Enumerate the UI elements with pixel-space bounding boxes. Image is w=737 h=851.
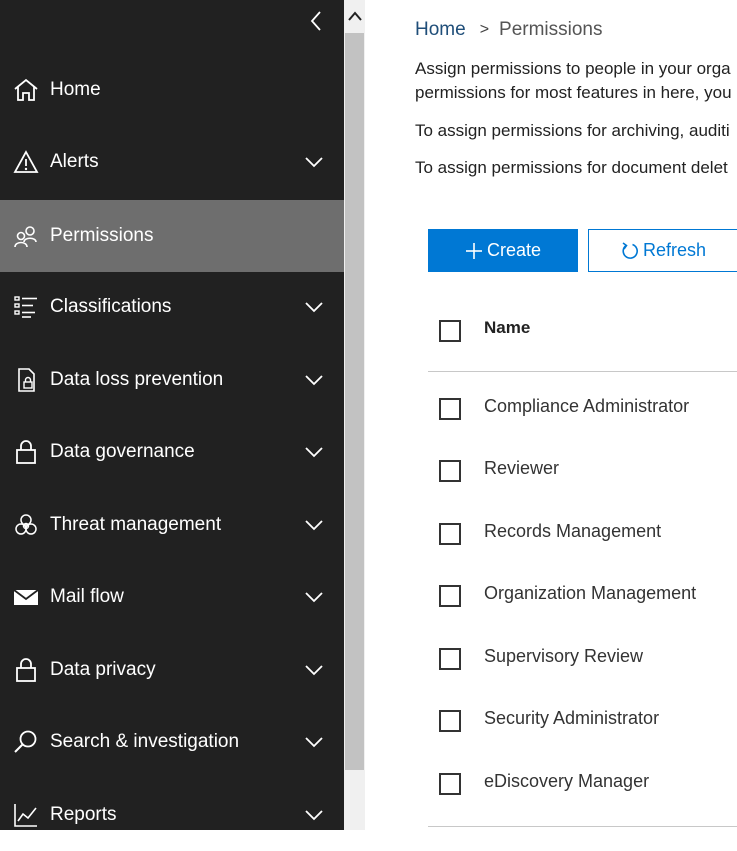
description-line: To assign permissions for document delet xyxy=(415,158,728,177)
sidebar-item-label: Search & investigation xyxy=(50,731,240,752)
description-line: Assign permissions to people in your org… xyxy=(415,59,731,78)
table-row[interactable]: Security Administrator xyxy=(484,708,659,729)
table-bottom-divider xyxy=(428,826,737,827)
sidebar-item-search-investigation[interactable]: Search & investigation xyxy=(0,706,344,778)
main-content: Home > Permissions Assign permissions to… xyxy=(365,0,737,830)
refresh-icon xyxy=(621,241,639,260)
sidebar-item-label: Reports xyxy=(50,804,117,825)
breadcrumb-home-link[interactable]: Home xyxy=(415,19,466,41)
refresh-button-label: Refresh xyxy=(643,240,707,260)
sidebar-item-label: Home xyxy=(50,79,101,100)
sidebar-item-reports[interactable]: Reports xyxy=(0,779,344,851)
sidebar-item-label: Mail flow xyxy=(50,586,124,607)
lock-icon xyxy=(0,634,50,706)
table-header-divider xyxy=(428,371,737,372)
sidebar-item-label: Data loss prevention xyxy=(50,369,224,390)
description-line: To assign permissions for archiving, aud… xyxy=(415,121,730,140)
create-button[interactable]: Create xyxy=(428,229,578,272)
plus-icon xyxy=(465,242,483,260)
chevron-up-icon xyxy=(347,11,362,21)
select-all-checkbox[interactable] xyxy=(439,320,461,342)
chevron-down-icon[interactable] xyxy=(284,779,344,851)
people-icon xyxy=(0,200,50,272)
sidebar-item-alerts[interactable]: Alerts xyxy=(0,126,344,198)
sidebar-item-data-governance[interactable]: Data governance xyxy=(0,416,344,488)
lock-icon xyxy=(0,416,50,488)
document-lock-icon xyxy=(0,344,50,416)
chevron-down-icon[interactable] xyxy=(284,126,344,198)
breadcrumb: Home > Permissions xyxy=(415,19,603,41)
create-button-label: Create xyxy=(486,240,542,260)
table-row[interactable]: Compliance Administrator xyxy=(484,396,689,417)
chevron-left-icon xyxy=(310,11,321,31)
breadcrumb-separator: > xyxy=(479,21,490,38)
row-checkbox[interactable] xyxy=(439,585,461,607)
row-checkbox[interactable] xyxy=(439,710,461,732)
sidebar-item-label: Alerts xyxy=(50,151,99,172)
alert-icon xyxy=(0,126,50,198)
table-row[interactable]: Organization Management xyxy=(484,583,696,604)
sidebar-item-label: Data privacy xyxy=(50,659,156,680)
breadcrumb-current: Permissions xyxy=(499,19,603,40)
sidebar-item-permissions[interactable]: Permissions xyxy=(0,200,344,272)
sidebar-nav: Home Alerts Permissions Classifications … xyxy=(0,0,344,830)
scroll-up-button[interactable] xyxy=(344,0,365,32)
sidebar-item-label: Permissions xyxy=(50,225,154,246)
search-icon xyxy=(0,706,50,778)
table-row[interactable]: Records Management xyxy=(484,521,661,542)
column-header-name[interactable]: Name xyxy=(484,318,530,338)
table-row[interactable]: Reviewer xyxy=(484,458,559,479)
row-checkbox[interactable] xyxy=(439,398,461,420)
chevron-down-icon[interactable] xyxy=(284,489,344,561)
chevron-down-icon[interactable] xyxy=(284,706,344,778)
row-checkbox[interactable] xyxy=(439,523,461,545)
sidebar-scrollbar[interactable] xyxy=(344,0,365,830)
table-row[interactable]: eDiscovery Manager xyxy=(484,771,649,792)
sidebar-item-mail-flow[interactable]: Mail flow xyxy=(0,561,344,633)
refresh-button[interactable]: Refresh xyxy=(588,229,737,272)
sidebar-item-label: Data governance xyxy=(50,441,195,462)
sidebar-item-classifications[interactable]: Classifications xyxy=(0,271,344,343)
home-icon xyxy=(0,54,50,126)
collapse-nav-button[interactable] xyxy=(300,4,332,38)
row-checkbox[interactable] xyxy=(439,460,461,482)
sidebar-item-label: Classifications xyxy=(50,296,172,317)
sidebar-item-data-loss-prevention[interactable]: Data loss prevention xyxy=(0,344,344,416)
sidebar-item-data-privacy[interactable]: Data privacy xyxy=(0,634,344,706)
chevron-down-icon[interactable] xyxy=(284,416,344,488)
row-checkbox[interactable] xyxy=(439,773,461,795)
chevron-down-icon[interactable] xyxy=(284,561,344,633)
biohazard-icon xyxy=(0,489,50,561)
chart-icon xyxy=(0,779,50,851)
scrollbar-thumb[interactable] xyxy=(345,33,364,770)
row-checkbox[interactable] xyxy=(439,648,461,670)
description-line: permissions for most features in here, y… xyxy=(415,83,732,102)
table-row[interactable]: Supervisory Review xyxy=(484,646,643,667)
chevron-down-icon[interactable] xyxy=(284,271,344,343)
sidebar-item-home[interactable]: Home xyxy=(0,54,344,126)
sidebar-item-label: Threat management xyxy=(50,514,222,535)
chevron-down-icon[interactable] xyxy=(284,344,344,416)
list-icon xyxy=(0,271,50,343)
sidebar-item-threat-management[interactable]: Threat management xyxy=(0,489,344,561)
chevron-down-icon[interactable] xyxy=(284,634,344,706)
mail-icon xyxy=(0,561,50,633)
